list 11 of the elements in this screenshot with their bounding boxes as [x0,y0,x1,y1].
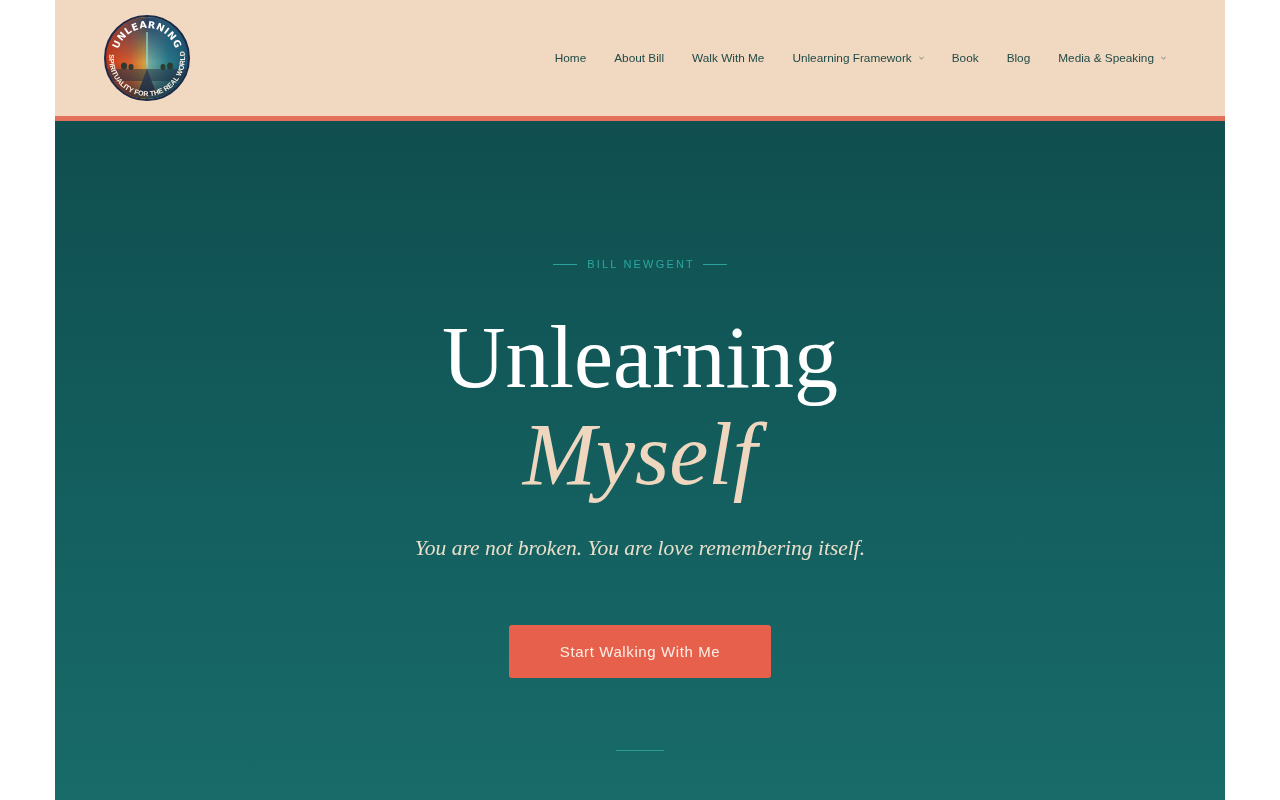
nav-link[interactable]: Book [951,51,979,65]
hero-eyebrow: BILL NEWGENT [587,257,696,272]
nav-link[interactable]: Walk With Me [692,51,765,65]
nav-link[interactable]: Blog [1006,51,1031,65]
hero-subtitle: You are not broken. You are love remembering itself. [414,535,866,562]
nav-link[interactable]: About Bill [614,51,665,65]
hero-title: Unlearning [442,309,838,406]
hero-title-accent: Myself [498,406,782,511]
nav-link[interactable]: Media & Speaking [1058,51,1166,65]
nav-link[interactable]: Unlearning Framework [792,51,924,65]
nav-link[interactable]: Home [554,51,587,65]
